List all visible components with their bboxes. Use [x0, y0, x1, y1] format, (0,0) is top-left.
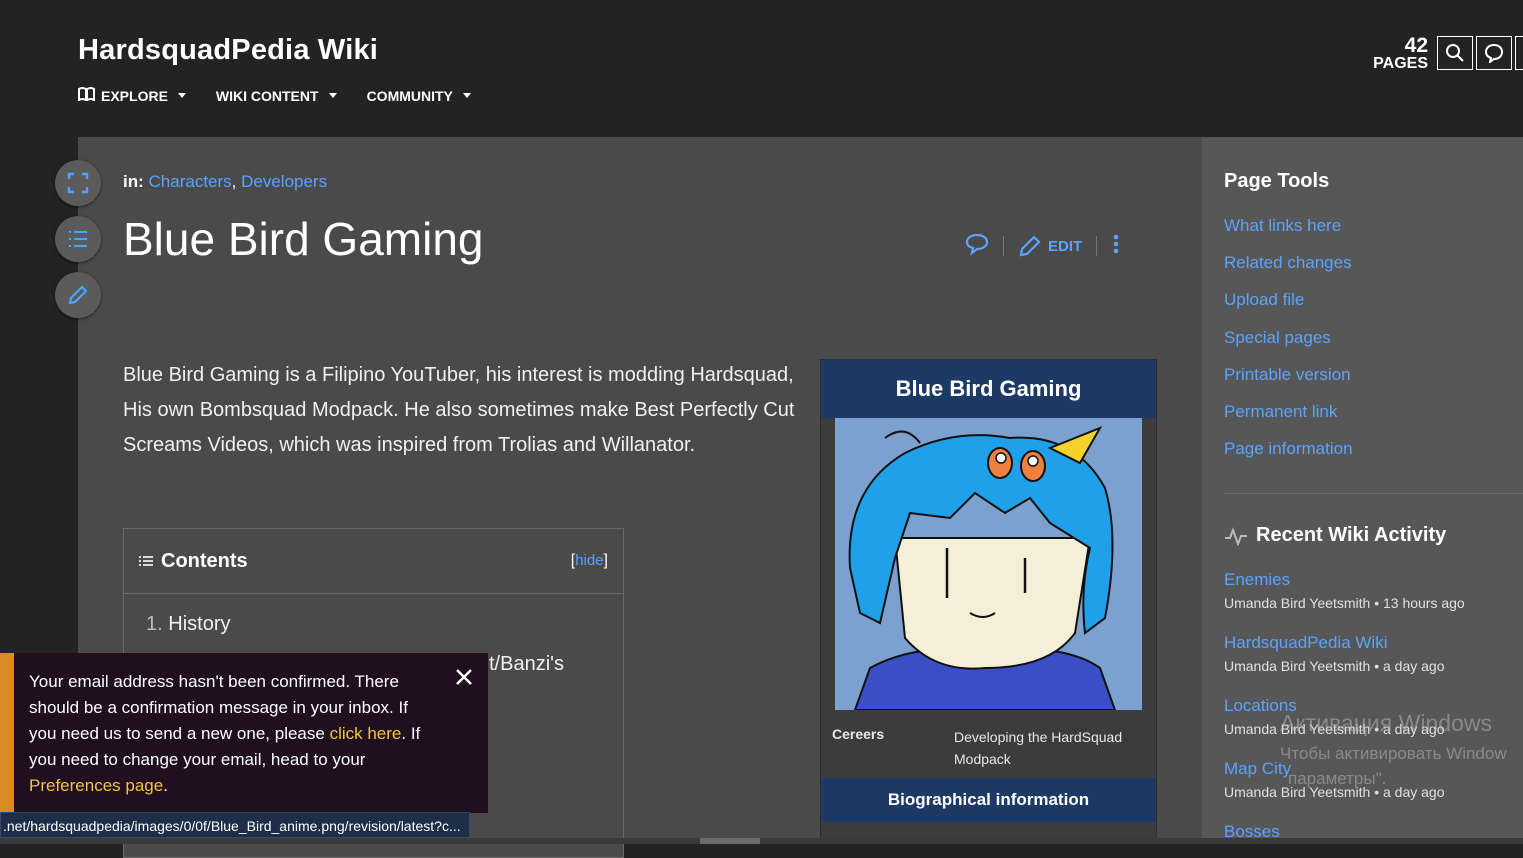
- character-drawing: [835, 418, 1142, 710]
- category-link[interactable]: Characters: [149, 172, 232, 191]
- recent-activity-title-text: Recent Wiki Activity: [1256, 524, 1447, 546]
- edit-label: EDIT: [1048, 237, 1083, 255]
- pencil-icon: [68, 285, 88, 305]
- page-actions: EDIT: [965, 232, 1121, 260]
- list-icon: [69, 231, 87, 247]
- talk-button[interactable]: [965, 232, 989, 260]
- scrollbar-thumb[interactable]: [700, 838, 760, 844]
- tool-special-pages[interactable]: Special pages: [1224, 328, 1331, 348]
- activity-item-title[interactable]: Enemies: [1224, 570, 1290, 590]
- wiki-title[interactable]: HardsquadPedia Wiki: [78, 34, 378, 67]
- discussions-button[interactable]: [1476, 36, 1512, 70]
- toc-hide-link[interactable]: hide: [575, 552, 603, 569]
- comment-icon: [965, 233, 989, 256]
- infobox-row: Cereers Developing the HardSquad Modpack: [821, 712, 1156, 778]
- toc-header: Contents [hide]: [124, 529, 623, 594]
- pencil-icon: [1019, 235, 1041, 257]
- infobox-row-key: Cereers: [832, 726, 885, 742]
- rail-divider: [1224, 493, 1523, 494]
- more-actions-button[interactable]: [1111, 233, 1121, 259]
- categories-prefix: in:: [123, 172, 144, 191]
- nav-community[interactable]: COMMUNITY: [367, 87, 471, 104]
- recent-activity-title: Recent Wiki Activity: [1224, 524, 1446, 547]
- activity-item-meta: Umanda Bird Yeetsmith • a day ago: [1224, 658, 1445, 674]
- expand-icon: [67, 172, 89, 194]
- category-link[interactable]: Developers: [241, 172, 327, 191]
- windows-watermark-text: Чтобы активировать Window: [1280, 744, 1507, 763]
- fullscreen-button[interactable]: [55, 160, 101, 206]
- infobox-title: Blue Bird Gaming: [821, 360, 1156, 418]
- windows-watermark-title: Активация Windows: [1280, 710, 1492, 736]
- tool-page-information[interactable]: Page information: [1224, 439, 1353, 459]
- page-tools-title: Page Tools: [1224, 170, 1330, 192]
- close-icon: [456, 669, 472, 685]
- toc-item[interactable]: t/Banzi's: [489, 653, 564, 676]
- close-button[interactable]: [454, 667, 474, 687]
- more-header-button[interactable]: [1515, 36, 1523, 70]
- page-title: Blue Bird Gaming: [123, 213, 484, 265]
- search-icon: [1446, 44, 1464, 62]
- pages-count: 42 PAGES: [1368, 35, 1428, 72]
- chevron-down-icon: [177, 93, 186, 98]
- categories: in: Characters, Developers: [123, 172, 328, 191]
- toc-title-text: Contents: [161, 549, 248, 572]
- divider: [1003, 236, 1004, 256]
- tool-permanent-link[interactable]: Permanent link: [1224, 402, 1337, 422]
- toc-item-number: 1.: [146, 613, 163, 635]
- activity-item-meta: Umanda Bird Yeetsmith • 13 hours ago: [1224, 595, 1465, 611]
- book-icon: [78, 87, 95, 104]
- search-button[interactable]: [1437, 36, 1473, 70]
- infobox-section-header: Biographical information: [821, 778, 1156, 822]
- more-vertical-icon: [1113, 234, 1119, 254]
- preferences-link[interactable]: Preferences page: [29, 776, 163, 795]
- banner-message: Your email address hasn't been confirmed…: [29, 669, 434, 799]
- toc-button[interactable]: [55, 216, 101, 262]
- comment-icon: [1484, 43, 1504, 63]
- infobox-row-value: Developing the HardSquad Modpack: [954, 729, 1123, 767]
- nav-explore[interactable]: EXPLORE: [78, 87, 186, 104]
- activity-icon: [1225, 526, 1247, 546]
- horizontal-scrollbar[interactable]: [0, 838, 1523, 844]
- email-confirmation-banner: Your email address hasn't been confirmed…: [0, 653, 488, 813]
- list-icon: [139, 556, 153, 566]
- nav-wiki-content[interactable]: WIKI CONTENT: [216, 87, 337, 104]
- tool-upload-file[interactable]: Upload file: [1224, 290, 1304, 310]
- tool-what-links-here[interactable]: What links here: [1224, 216, 1341, 236]
- infobox: Blue Bird Gaming Cereers Developing the …: [820, 359, 1157, 844]
- resend-link[interactable]: click here: [330, 724, 402, 743]
- pages-count-number: 42: [1404, 34, 1428, 57]
- chevron-down-icon: [462, 93, 471, 98]
- nav-wiki-content-label: WIKI CONTENT: [215, 87, 319, 104]
- toc-item[interactable]: 1. History: [146, 613, 230, 636]
- right-rail: [1202, 137, 1523, 844]
- toc-item-label: History: [168, 613, 231, 635]
- pages-count-label: PAGES: [1373, 55, 1428, 72]
- windows-watermark-text: параметры".: [1288, 769, 1387, 788]
- activity-item-title[interactable]: HardsquadPedia Wiki: [1224, 633, 1387, 653]
- chevron-down-icon: [328, 93, 337, 98]
- edit-button[interactable]: EDIT: [1018, 234, 1082, 258]
- tool-printable-version[interactable]: Printable version: [1224, 365, 1351, 385]
- edit-side-button[interactable]: [55, 272, 101, 318]
- toc-hide-bracket: ]: [603, 552, 608, 569]
- intro-paragraph: Blue Bird Gaming is a Filipino YouTuber,…: [123, 364, 795, 456]
- status-bar-url: .net/hardsquadpedia/images/0/0f/Blue_Bir…: [0, 812, 470, 838]
- nav-explore-label: EXPLORE: [101, 87, 168, 104]
- top-nav: EXPLORE WIKI CONTENT COMMUNITY: [78, 87, 471, 104]
- banner-text: .: [163, 776, 168, 795]
- tool-related-changes[interactable]: Related changes: [1224, 253, 1352, 273]
- nav-community-label: COMMUNITY: [366, 87, 453, 104]
- toc-title: Contents: [139, 550, 248, 573]
- toc-item-label: t/Banzi's: [489, 653, 564, 675]
- infobox-image[interactable]: [835, 418, 1142, 710]
- toc-hide-toggle[interactable]: [hide]: [571, 552, 608, 570]
- divider: [1096, 236, 1098, 256]
